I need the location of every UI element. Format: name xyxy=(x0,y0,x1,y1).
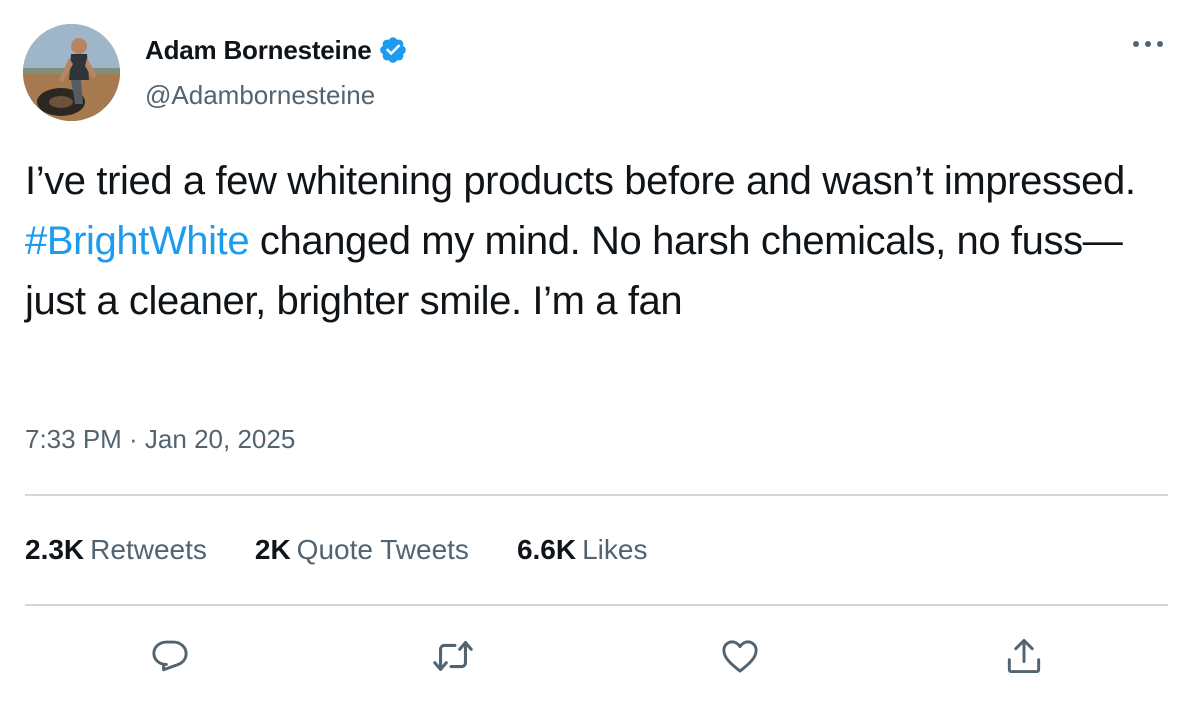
author-handle[interactable]: @Adambornesteine xyxy=(145,80,375,111)
tweet-text-before: I’ve tried a few whitening products befo… xyxy=(25,159,1136,203)
quote-tweets-count: 2K xyxy=(254,534,291,565)
likes-stat[interactable]: 6.6K Likes xyxy=(517,534,648,566)
quote-tweets-stat[interactable]: 2K Quote Tweets xyxy=(255,534,469,566)
retweets-label: Retweets xyxy=(90,534,207,565)
divider xyxy=(25,494,1168,496)
divider xyxy=(25,604,1168,606)
likes-count: 6.6K xyxy=(516,534,577,565)
retweets-count: 2.3K xyxy=(25,534,85,565)
retweet-button[interactable] xyxy=(427,630,479,682)
retweet-icon xyxy=(433,641,473,671)
tweet-stats: 2.3K Retweets 2K Quote Tweets 6.6K Likes xyxy=(25,534,695,566)
reply-button[interactable] xyxy=(144,630,196,682)
author-display-name[interactable]: Adam Bornesteine xyxy=(145,35,372,66)
likes-label: Likes xyxy=(582,534,648,565)
tweet-text: I’ve tried a few whitening products befo… xyxy=(25,151,1165,331)
heart-icon xyxy=(722,640,758,673)
avatar[interactable] xyxy=(23,24,120,121)
hashtag-link[interactable]: #BrightWhite xyxy=(25,219,250,263)
author-name-row: Adam Bornesteine xyxy=(145,33,408,67)
quote-tweets-label: Quote Tweets xyxy=(296,534,469,565)
tweet-timestamp[interactable]: 7:33 PM · Jan 20, 2025 xyxy=(25,424,295,455)
share-button[interactable] xyxy=(998,630,1050,682)
avatar-image xyxy=(23,24,120,121)
share-icon xyxy=(1007,638,1041,674)
like-button[interactable] xyxy=(714,630,766,682)
retweets-stat[interactable]: 2.3K Retweets xyxy=(25,534,207,566)
reply-icon xyxy=(152,640,188,672)
more-horizontal-icon[interactable] xyxy=(1128,32,1168,56)
verified-badge-icon xyxy=(379,37,406,63)
